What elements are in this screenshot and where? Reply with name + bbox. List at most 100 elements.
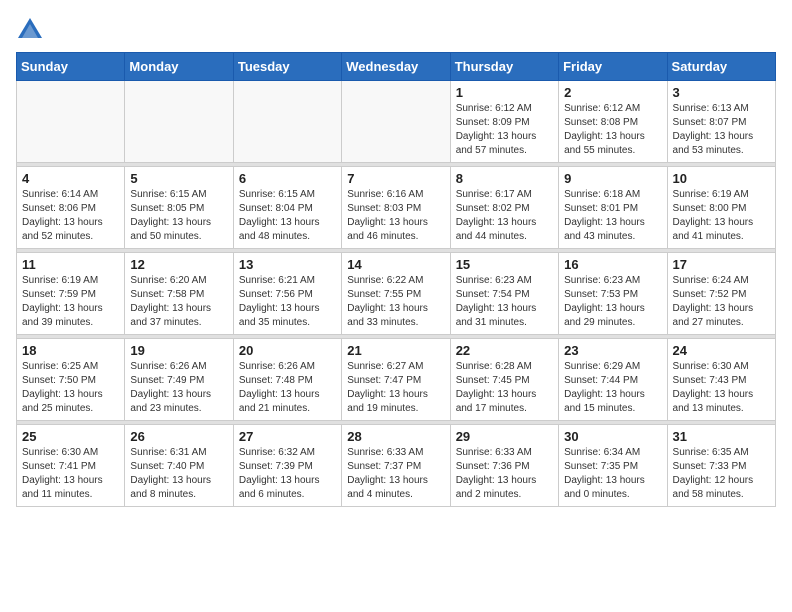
day-number: 6 xyxy=(239,171,336,186)
day-number: 5 xyxy=(130,171,227,186)
day-info: Sunrise: 6:22 AMSunset: 7:55 PMDaylight:… xyxy=(347,274,444,330)
page-header xyxy=(16,16,776,44)
calendar-empty xyxy=(125,81,233,163)
calendar-day-19: 19 Sunrise: 6:26 AMSunset: 7:49 PMDayligh… xyxy=(125,339,233,421)
day-number: 14 xyxy=(347,257,444,272)
day-number: 2 xyxy=(564,85,661,100)
calendar-day-15: 15 Sunrise: 6:23 AMSunset: 7:54 PMDayligh… xyxy=(450,253,558,335)
day-info: Sunrise: 6:12 AMSunset: 8:08 PMDaylight:… xyxy=(564,102,661,158)
day-info: Sunrise: 6:21 AMSunset: 7:56 PMDaylight:… xyxy=(239,274,336,330)
day-number: 27 xyxy=(239,429,336,444)
weekday-header-thursday: Thursday xyxy=(450,53,558,81)
day-info: Sunrise: 6:12 AMSunset: 8:09 PMDaylight:… xyxy=(456,102,553,158)
day-number: 20 xyxy=(239,343,336,358)
logo-icon xyxy=(16,16,44,44)
weekday-header-wednesday: Wednesday xyxy=(342,53,450,81)
day-number: 3 xyxy=(673,85,770,100)
calendar-day-26: 26Sunrise: 6:31 AMSunset: 7:40 PMDayligh… xyxy=(125,425,233,507)
day-info: Sunrise: 6:24 AMSunset: 7:52 PMDaylight:… xyxy=(673,274,770,330)
calendar-day-21: 21 Sunrise: 6:27 AMSunset: 7:47 PMDayligh… xyxy=(342,339,450,421)
day-number: 10 xyxy=(673,171,770,186)
weekday-header-tuesday: Tuesday xyxy=(233,53,341,81)
calendar-day-4: 4 Sunrise: 6:14 AMSunset: 8:06 PMDaylight… xyxy=(17,167,125,249)
calendar-day-31: 31 Sunrise: 6:35 AMSunset: 7:33 PMDayligh… xyxy=(667,425,775,507)
day-number: 24 xyxy=(673,343,770,358)
day-info: Sunrise: 6:29 AMSunset: 7:44 PMDaylight:… xyxy=(564,360,661,416)
day-number: 25 xyxy=(22,429,119,444)
calendar-week-4: 18 Sunrise: 6:25 AMSunset: 7:50 PMDayligh… xyxy=(17,339,776,421)
calendar-day-16: 16Sunrise: 6:23 AMSunset: 7:53 PMDayligh… xyxy=(559,253,667,335)
calendar-day-28: 28 Sunrise: 6:33 AMSunset: 7:37 PMDayligh… xyxy=(342,425,450,507)
calendar-week-3: 11 Sunrise: 6:19 AMSunset: 7:59 PMDayligh… xyxy=(17,253,776,335)
calendar-day-20: 20 Sunrise: 6:26 AMSunset: 7:48 PMDayligh… xyxy=(233,339,341,421)
day-info: Sunrise: 6:15 AMSunset: 8:04 PMDaylight:… xyxy=(239,188,336,244)
calendar-week-2: 4 Sunrise: 6:14 AMSunset: 8:06 PMDaylight… xyxy=(17,167,776,249)
day-number: 22 xyxy=(456,343,553,358)
calendar-day-9: 9 Sunrise: 6:18 AMSunset: 8:01 PMDaylight… xyxy=(559,167,667,249)
calendar-day-27: 27 Sunrise: 6:32 AMSunset: 7:39 PMDayligh… xyxy=(233,425,341,507)
day-info: Sunrise: 6:34 AMSunset: 7:35 PMDaylight:… xyxy=(564,446,661,502)
calendar-empty xyxy=(17,81,125,163)
calendar-day-1: 1 Sunrise: 6:12 AMSunset: 8:09 PMDaylight… xyxy=(450,81,558,163)
day-info: Sunrise: 6:35 AMSunset: 7:33 PMDaylight:… xyxy=(673,446,770,502)
day-number: 29 xyxy=(456,429,553,444)
calendar-day-3: 3 Sunrise: 6:13 AMSunset: 8:07 PMDaylight… xyxy=(667,81,775,163)
day-number: 13 xyxy=(239,257,336,272)
day-number: 15 xyxy=(456,257,553,272)
day-info: Sunrise: 6:14 AMSunset: 8:06 PMDaylight:… xyxy=(22,188,119,244)
day-number: 31 xyxy=(673,429,770,444)
day-info: Sunrise: 6:27 AMSunset: 7:47 PMDaylight:… xyxy=(347,360,444,416)
day-info: Sunrise: 6:23 AMSunset: 7:54 PMDaylight:… xyxy=(456,274,553,330)
day-info: Sunrise: 6:32 AMSunset: 7:39 PMDaylight:… xyxy=(239,446,336,502)
day-info: Sunrise: 6:31 AMSunset: 7:40 PMDaylight:… xyxy=(130,446,227,502)
calendar-day-14: 14 Sunrise: 6:22 AMSunset: 7:55 PMDayligh… xyxy=(342,253,450,335)
day-number: 9 xyxy=(564,171,661,186)
weekday-header-monday: Monday xyxy=(125,53,233,81)
calendar-day-30: 30Sunrise: 6:34 AMSunset: 7:35 PMDayligh… xyxy=(559,425,667,507)
day-number: 7 xyxy=(347,171,444,186)
day-number: 11 xyxy=(22,257,119,272)
day-info: Sunrise: 6:19 AMSunset: 8:00 PMDaylight:… xyxy=(673,188,770,244)
calendar-day-11: 11 Sunrise: 6:19 AMSunset: 7:59 PMDayligh… xyxy=(17,253,125,335)
day-info: Sunrise: 6:25 AMSunset: 7:50 PMDaylight:… xyxy=(22,360,119,416)
calendar-day-2: 2 Sunrise: 6:12 AMSunset: 8:08 PMDaylight… xyxy=(559,81,667,163)
day-info: Sunrise: 6:18 AMSunset: 8:01 PMDaylight:… xyxy=(564,188,661,244)
calendar-day-12: 12 Sunrise: 6:20 AMSunset: 7:58 PMDayligh… xyxy=(125,253,233,335)
weekday-header-row: SundayMondayTuesdayWednesdayThursdayFrid… xyxy=(17,53,776,81)
day-number: 28 xyxy=(347,429,444,444)
weekday-header-sunday: Sunday xyxy=(17,53,125,81)
day-info: Sunrise: 6:13 AMSunset: 8:07 PMDaylight:… xyxy=(673,102,770,158)
day-number: 4 xyxy=(22,171,119,186)
day-info: Sunrise: 6:30 AMSunset: 7:43 PMDaylight:… xyxy=(673,360,770,416)
weekday-header-saturday: Saturday xyxy=(667,53,775,81)
day-number: 23 xyxy=(564,343,661,358)
day-info: Sunrise: 6:33 AMSunset: 7:37 PMDaylight:… xyxy=(347,446,444,502)
calendar-day-13: 13 Sunrise: 6:21 AMSunset: 7:56 PMDayligh… xyxy=(233,253,341,335)
calendar-day-8: 8Sunrise: 6:17 AMSunset: 8:02 PMDaylight… xyxy=(450,167,558,249)
calendar-day-18: 18 Sunrise: 6:25 AMSunset: 7:50 PMDayligh… xyxy=(17,339,125,421)
day-info: Sunrise: 6:33 AMSunset: 7:36 PMDaylight:… xyxy=(456,446,553,502)
calendar-day-22: 22 Sunrise: 6:28 AMSunset: 7:45 PMDayligh… xyxy=(450,339,558,421)
day-info: Sunrise: 6:19 AMSunset: 7:59 PMDaylight:… xyxy=(22,274,119,330)
day-number: 12 xyxy=(130,257,227,272)
calendar-day-24: 24 Sunrise: 6:30 AMSunset: 7:43 PMDayligh… xyxy=(667,339,775,421)
calendar-day-23: 23 Sunrise: 6:29 AMSunset: 7:44 PMDayligh… xyxy=(559,339,667,421)
weekday-header-friday: Friday xyxy=(559,53,667,81)
calendar-day-5: 5 Sunrise: 6:15 AMSunset: 8:05 PMDaylight… xyxy=(125,167,233,249)
calendar-day-29: 29 Sunrise: 6:33 AMSunset: 7:36 PMDayligh… xyxy=(450,425,558,507)
logo xyxy=(16,16,48,44)
calendar: SundayMondayTuesdayWednesdayThursdayFrid… xyxy=(16,52,776,507)
day-number: 19 xyxy=(130,343,227,358)
calendar-empty xyxy=(342,81,450,163)
day-info: Sunrise: 6:15 AMSunset: 8:05 PMDaylight:… xyxy=(130,188,227,244)
day-number: 18 xyxy=(22,343,119,358)
day-info: Sunrise: 6:28 AMSunset: 7:45 PMDaylight:… xyxy=(456,360,553,416)
day-info: Sunrise: 6:30 AMSunset: 7:41 PMDaylight:… xyxy=(22,446,119,502)
day-number: 21 xyxy=(347,343,444,358)
day-info: Sunrise: 6:26 AMSunset: 7:48 PMDaylight:… xyxy=(239,360,336,416)
day-info: Sunrise: 6:26 AMSunset: 7:49 PMDaylight:… xyxy=(130,360,227,416)
calendar-week-1: 1 Sunrise: 6:12 AMSunset: 8:09 PMDaylight… xyxy=(17,81,776,163)
day-number: 1 xyxy=(456,85,553,100)
calendar-week-5: 25 Sunrise: 6:30 AMSunset: 7:41 PMDayligh… xyxy=(17,425,776,507)
day-info: Sunrise: 6:20 AMSunset: 7:58 PMDaylight:… xyxy=(130,274,227,330)
